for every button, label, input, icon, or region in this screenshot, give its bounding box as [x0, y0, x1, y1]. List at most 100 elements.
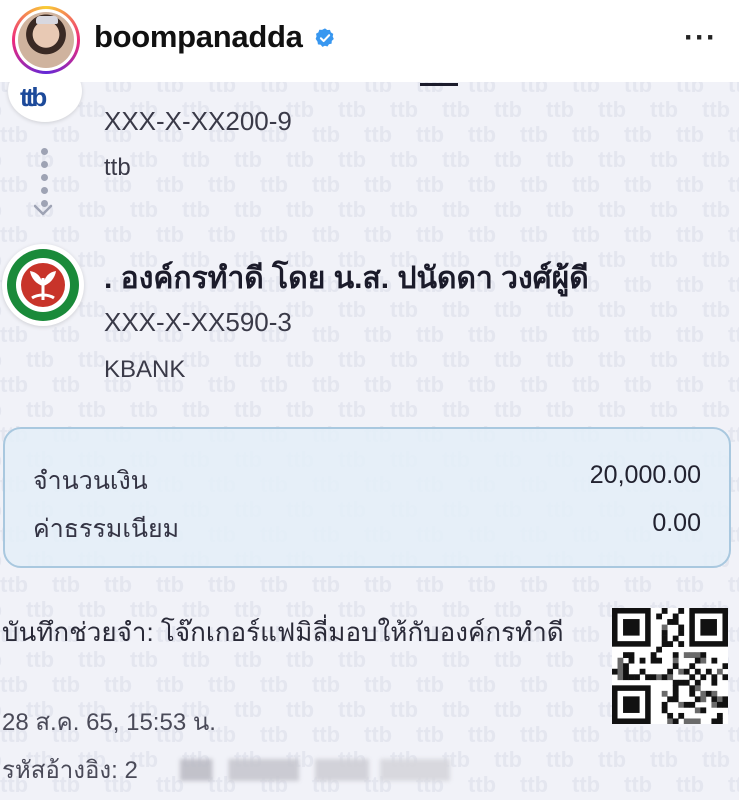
watermark-glyph: ttb — [676, 172, 704, 197]
amount-row: จำนวนเงิน 20,000.00 — [33, 461, 701, 501]
watermark-glyph: ttb — [312, 572, 340, 597]
watermark-glyph: ttb — [650, 747, 678, 772]
watermark-glyph: ttb — [390, 397, 418, 422]
watermark-glyph: ttb — [156, 82, 184, 97]
watermark-glyph: ttb — [364, 172, 392, 197]
watermark-glyph: ttb — [494, 147, 522, 172]
watermark-glyph: ttb — [312, 222, 340, 247]
watermark-glyph: ttb — [390, 347, 418, 372]
watermark-glyph: ttb — [572, 672, 600, 697]
watermark-glyph: ttb — [702, 247, 730, 272]
watermark-glyph: ttb — [26, 347, 54, 372]
watermark-glyph: ttb — [416, 372, 444, 397]
watermark-glyph: ttb — [260, 672, 288, 697]
watermark-glyph: ttb — [728, 772, 739, 797]
watermark-glyph: ttb — [416, 722, 444, 747]
watermark-glyph: ttb — [390, 197, 418, 222]
watermark-glyph: ttb — [546, 397, 574, 422]
watermark-glyph: ttb — [442, 347, 470, 372]
watermark-glyph: ttb — [546, 97, 574, 122]
avatar[interactable] — [12, 6, 80, 74]
watermark-glyph: ttb — [624, 572, 652, 597]
watermark-glyph: ttb — [468, 222, 496, 247]
watermark-glyph: ttb — [286, 347, 314, 372]
watermark-glyph: ttb — [442, 147, 470, 172]
watermark-glyph: ttb — [26, 397, 54, 422]
transfer-connector-dots — [38, 148, 50, 228]
watermark-glyph: ttb — [0, 547, 2, 572]
watermark-glyph: ttb — [468, 122, 496, 147]
watermark-glyph: ttb — [130, 147, 158, 172]
watermark-glyph: ttb — [494, 397, 522, 422]
watermark-glyph: ttb — [312, 82, 340, 97]
watermark-glyph: ttb — [52, 572, 80, 597]
amount-summary-box: จำนวนเงิน 20,000.00 ค่าธรรมเนียม 0.00 — [3, 427, 731, 568]
watermark-glyph: ttb — [338, 197, 366, 222]
watermark-glyph: ttb — [598, 147, 626, 172]
watermark-glyph: ttb — [416, 172, 444, 197]
sender-account: XXX-X-XX200-9 — [104, 106, 292, 136]
watermark-glyph: ttb — [624, 722, 652, 747]
watermark-glyph: ttb — [468, 772, 496, 797]
watermark-glyph: ttb — [728, 82, 739, 97]
watermark-glyph: ttb — [676, 82, 704, 97]
watermark-glyph: ttb — [572, 772, 600, 797]
username[interactable]: boompanadda — [94, 19, 303, 55]
watermark-glyph: ttb — [0, 672, 28, 697]
watermark-glyph: ttb — [468, 672, 496, 697]
watermark-glyph: ttb — [156, 572, 184, 597]
watermark-glyph: ttb — [676, 722, 704, 747]
watermark-glyph: ttb — [520, 372, 548, 397]
watermark-glyph: ttb — [234, 147, 262, 172]
watermark-glyph: ttb — [520, 322, 548, 347]
watermark-glyph: ttb — [598, 197, 626, 222]
fee-label: ค่าธรรมเนียม — [33, 515, 180, 543]
watermark-glyph: ttb — [650, 147, 678, 172]
memo-text: บันทึกช่วยจำ: โจ๊กเกอร์แฟมิลี่มอบให้กับอ… — [2, 617, 564, 647]
watermark-glyph: ttb — [364, 222, 392, 247]
watermark-glyph: ttb — [624, 772, 652, 797]
watermark-glyph: ttb — [572, 372, 600, 397]
watermark-glyph: ttb — [572, 82, 600, 97]
watermark-glyph: ttb — [52, 372, 80, 397]
watermark-glyph: ttb — [416, 672, 444, 697]
watermark-glyph: ttb — [624, 82, 652, 97]
watermark-glyph: ttb — [702, 747, 730, 772]
watermark-glyph: ttb — [286, 147, 314, 172]
more-options-button[interactable]: ··· — [684, 23, 717, 53]
watermark-glyph: ttb — [598, 97, 626, 122]
watermark-glyph: ttb — [624, 372, 652, 397]
watermark-glyph: ttb — [572, 722, 600, 747]
watermark-glyph: ttb — [338, 397, 366, 422]
watermark-glyph: ttb — [676, 772, 704, 797]
watermark-glyph: ttb — [572, 322, 600, 347]
watermark-glyph: ttb — [104, 572, 132, 597]
watermark-glyph: ttb — [676, 322, 704, 347]
watermark-glyph: ttb — [468, 372, 496, 397]
watermark-glyph: ttb — [0, 497, 2, 522]
watermark-glyph: ttb — [468, 82, 496, 97]
watermark-glyph: ttb — [728, 572, 739, 597]
watermark-glyph: ttb — [208, 172, 236, 197]
watermark-glyph: ttb — [286, 197, 314, 222]
transaction-datetime: 28 ส.ค. 65, 15:53 น. — [2, 709, 216, 736]
watermark-glyph: ttb — [728, 672, 739, 697]
watermark-glyph: ttb — [0, 397, 2, 422]
watermark-glyph: ttb — [728, 222, 739, 247]
watermark-glyph: ttb — [416, 322, 444, 347]
watermark-glyph: ttb — [364, 722, 392, 747]
watermark-glyph: ttb — [442, 397, 470, 422]
watermark-glyph: ttb — [494, 347, 522, 372]
watermark-glyph: ttb — [598, 747, 626, 772]
chevron-down-icon — [33, 204, 53, 216]
watermark-glyph: ttb — [260, 572, 288, 597]
sender-bank: ttb — [104, 154, 131, 181]
watermark-glyph: ttb — [546, 697, 574, 722]
watermark-glyph: ttb — [0, 197, 2, 222]
watermark-glyph: ttb — [676, 272, 704, 297]
watermark-glyph: ttb — [156, 672, 184, 697]
watermark-glyph: ttb — [650, 297, 678, 322]
watermark-glyph: ttb — [546, 347, 574, 372]
fee-row: ค่าธรรมเนียม 0.00 — [33, 509, 701, 549]
watermark-glyph: ttb — [416, 222, 444, 247]
